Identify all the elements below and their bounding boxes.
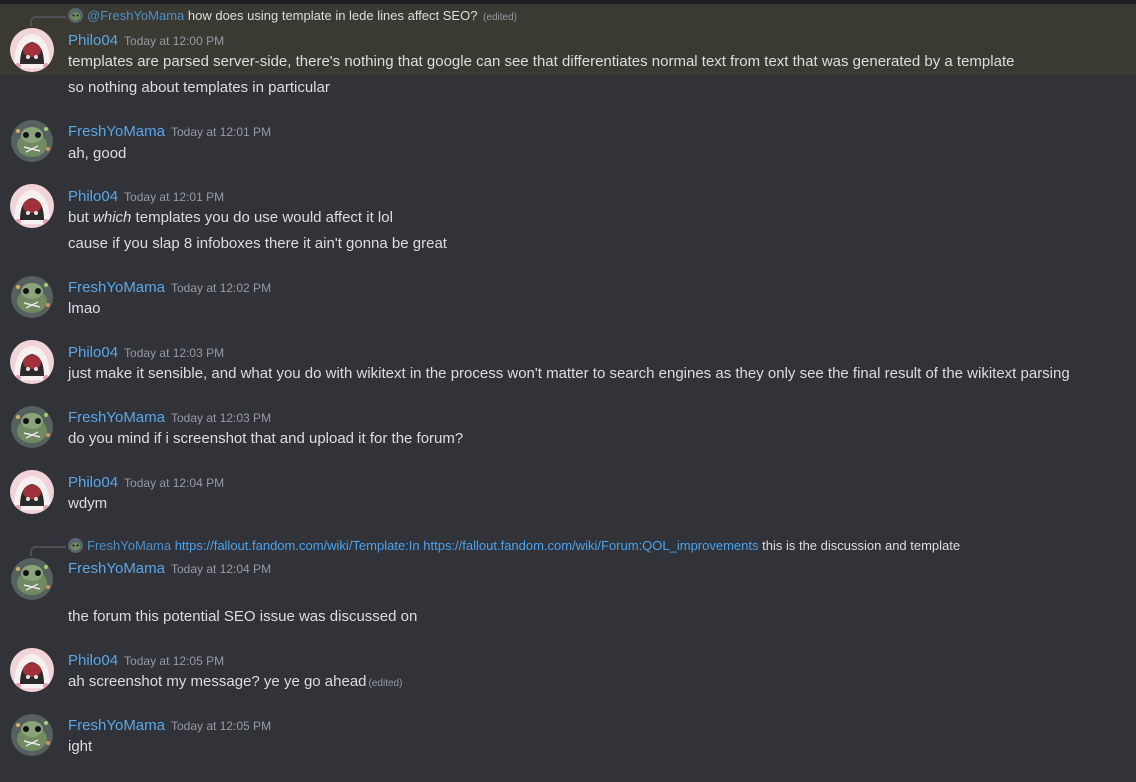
message-header: Philo04 Today at 12:05 PM (68, 651, 224, 671)
reply-author[interactable]: FreshYoMama (87, 538, 171, 553)
message-header: Philo04 Today at 12:01 PM (68, 187, 224, 207)
username[interactable]: FreshYoMama (68, 123, 165, 140)
philo-avatar-icon[interactable] (10, 184, 54, 228)
timestamp[interactable]: Today at 12:01 PM (171, 125, 271, 139)
message-header: FreshYoMama Today at 12:04 PM (68, 559, 271, 579)
fresh-avatar-icon[interactable] (10, 275, 54, 319)
reply-spine (30, 16, 66, 26)
philo-avatar-icon[interactable] (10, 470, 54, 514)
fresh-avatar-icon[interactable] (10, 557, 54, 601)
philo-avatar-icon[interactable] (10, 340, 54, 384)
timestamp[interactable]: Today at 12:00 PM (124, 34, 224, 48)
message-header: FreshYoMama Today at 12:02 PM (68, 278, 271, 298)
reply-link[interactable]: https://fallout.fandom.com/wiki/Template… (175, 538, 420, 553)
username[interactable]: Philo04 (68, 188, 118, 205)
username[interactable]: Philo04 (68, 32, 118, 49)
timestamp[interactable]: Today at 12:03 PM (124, 346, 224, 360)
timestamp[interactable]: Today at 12:04 PM (124, 476, 224, 490)
reply-text: this is the discussion and template (762, 538, 961, 553)
message-text: ah, good (68, 145, 127, 162)
username[interactable]: Philo04 (68, 474, 118, 491)
reply-preview[interactable]: @FreshYoMama how does using template in … (68, 7, 517, 27)
username[interactable]: FreshYoMama (68, 717, 165, 734)
philo-avatar-icon[interactable] (10, 28, 54, 72)
timestamp[interactable]: Today at 12:05 PM (124, 654, 224, 668)
message-header: Philo04 Today at 12:03 PM (68, 343, 224, 363)
reply-preview[interactable]: FreshYoMama https://fallout.fandom.com/w… (68, 537, 960, 555)
username[interactable]: FreshYoMama (68, 279, 165, 296)
reply-spine (30, 546, 66, 556)
message-text: wdym (68, 495, 108, 512)
username[interactable]: Philo04 (68, 344, 118, 361)
fresh-avatar-icon[interactable] (10, 713, 54, 757)
message-text: but which templates you do use would aff… (68, 208, 393, 228)
fresh-avatar-icon[interactable] (10, 119, 54, 163)
username[interactable]: Philo04 (68, 652, 118, 669)
text-run: ah screenshot my message? ye ye go ahead (68, 673, 367, 690)
reply-mention[interactable]: @FreshYoMama (87, 8, 184, 23)
username[interactable]: FreshYoMama (68, 560, 165, 577)
message-header: Philo04 Today at 12:00 PM (68, 31, 224, 51)
timestamp[interactable]: Today at 12:02 PM (171, 281, 271, 295)
fresh-mini-avatar-icon (68, 8, 83, 23)
message-text: ah screenshot my message? ye ye go ahead… (68, 672, 402, 694)
message-text: do you mind if i screenshot that and upl… (68, 430, 464, 447)
message-header: FreshYoMama Today at 12:01 PM (68, 122, 271, 142)
message-text: ight (68, 738, 93, 755)
fresh-mini-avatar-icon (68, 538, 83, 553)
italic-text: which (93, 209, 132, 226)
reply-link[interactable]: https://fallout.fandom.com/wiki/Forum:QO… (423, 538, 758, 553)
message-text: lmao (68, 300, 101, 317)
reply-text: how does using template in lede lines af… (187, 8, 478, 23)
philo-avatar-icon[interactable] (10, 648, 54, 692)
text-run: but (68, 209, 94, 226)
username[interactable]: FreshYoMama (68, 409, 165, 426)
message-header: FreshYoMama Today at 12:03 PM (68, 408, 271, 428)
timestamp[interactable]: Today at 12:05 PM (171, 719, 271, 733)
message-header: FreshYoMama Today at 12:05 PM (68, 716, 271, 736)
message-text: the forum this potential SEO issue was d… (68, 608, 418, 625)
timestamp[interactable]: Today at 12:04 PM (171, 562, 271, 576)
edited-label: (edited) (368, 678, 403, 689)
message-text: so nothing about templates in particular (68, 79, 330, 96)
message-text: cause if you slap 8 infoboxes there it a… (68, 235, 447, 252)
text-run: templates you do use would affect it lol (131, 209, 393, 226)
message-header: Philo04 Today at 12:04 PM (68, 473, 224, 493)
edited-label: (edited) (483, 12, 517, 23)
fresh-avatar-icon[interactable] (10, 405, 54, 449)
message-text: just make it sensible, and what you do w… (68, 365, 1070, 382)
timestamp[interactable]: Today at 12:01 PM (124, 190, 224, 204)
message-text: templates are parsed server-side, there'… (68, 53, 1015, 70)
timestamp[interactable]: Today at 12:03 PM (171, 411, 271, 425)
